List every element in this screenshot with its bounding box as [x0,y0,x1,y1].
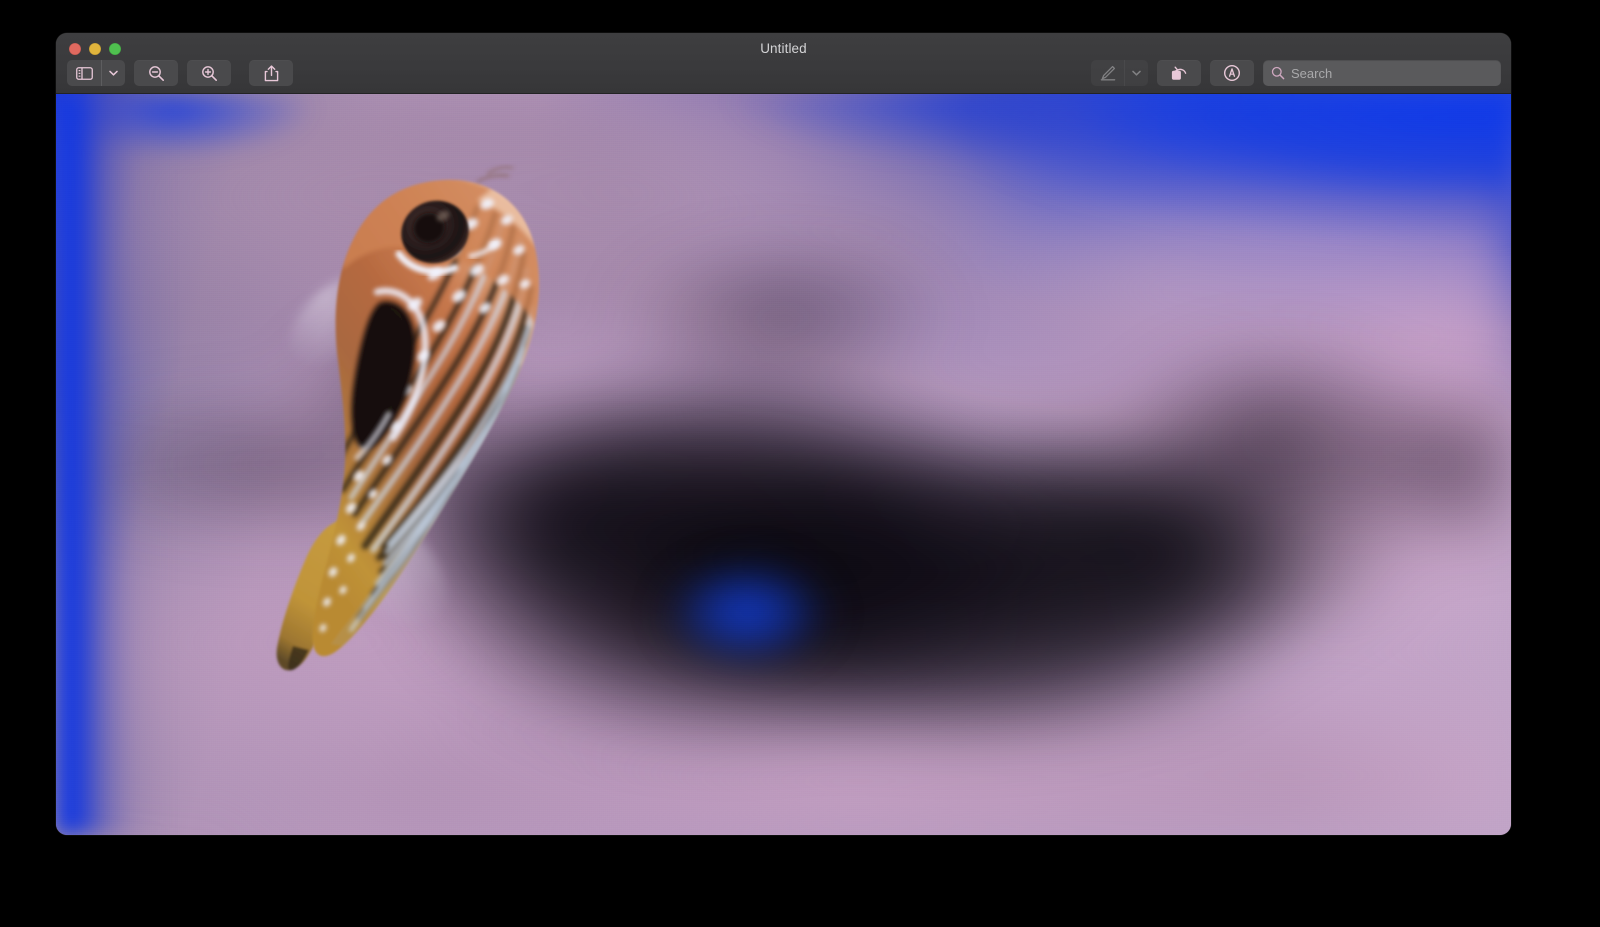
annotate-button[interactable] [1210,60,1254,86]
zoom-out-button[interactable] [134,60,178,86]
image-canvas[interactable] [56,94,1511,835]
chevron-down-icon[interactable] [101,60,125,86]
magnifier-minus-icon [148,65,165,82]
sidebar-icon [67,60,101,86]
magnifier-plus-icon [201,65,218,82]
share-icon [264,65,279,82]
dorsal-detail [477,167,513,182]
chevron-down-icon[interactable] [1124,60,1148,86]
search-field[interactable]: Search [1263,60,1501,86]
traffic-lights [69,43,121,55]
screen: Untitled [0,0,1600,927]
window-title: Untitled [56,41,1511,56]
maximize-button[interactable] [109,43,121,55]
search-input[interactable]: Search [1291,67,1332,80]
share-button[interactable] [249,60,293,86]
minimize-button[interactable] [89,43,101,55]
rotate-left-button[interactable] [1157,60,1201,86]
pen-markup-icon [1091,60,1124,86]
pufferfish-subject [231,158,591,678]
annotate-circle-icon [1223,64,1241,82]
sidebar-view-button[interactable] [67,60,125,86]
close-button[interactable] [69,43,81,55]
preview-window: Untitled [56,33,1511,835]
rotate-left-icon [1171,65,1188,81]
search-icon [1271,66,1285,80]
toolbar-left-group [67,60,293,86]
window-titlebar: Untitled [56,33,1511,94]
toolbar-right-group: Search [1091,60,1501,86]
markup-button[interactable] [1091,60,1148,86]
zoom-in-button[interactable] [187,60,231,86]
